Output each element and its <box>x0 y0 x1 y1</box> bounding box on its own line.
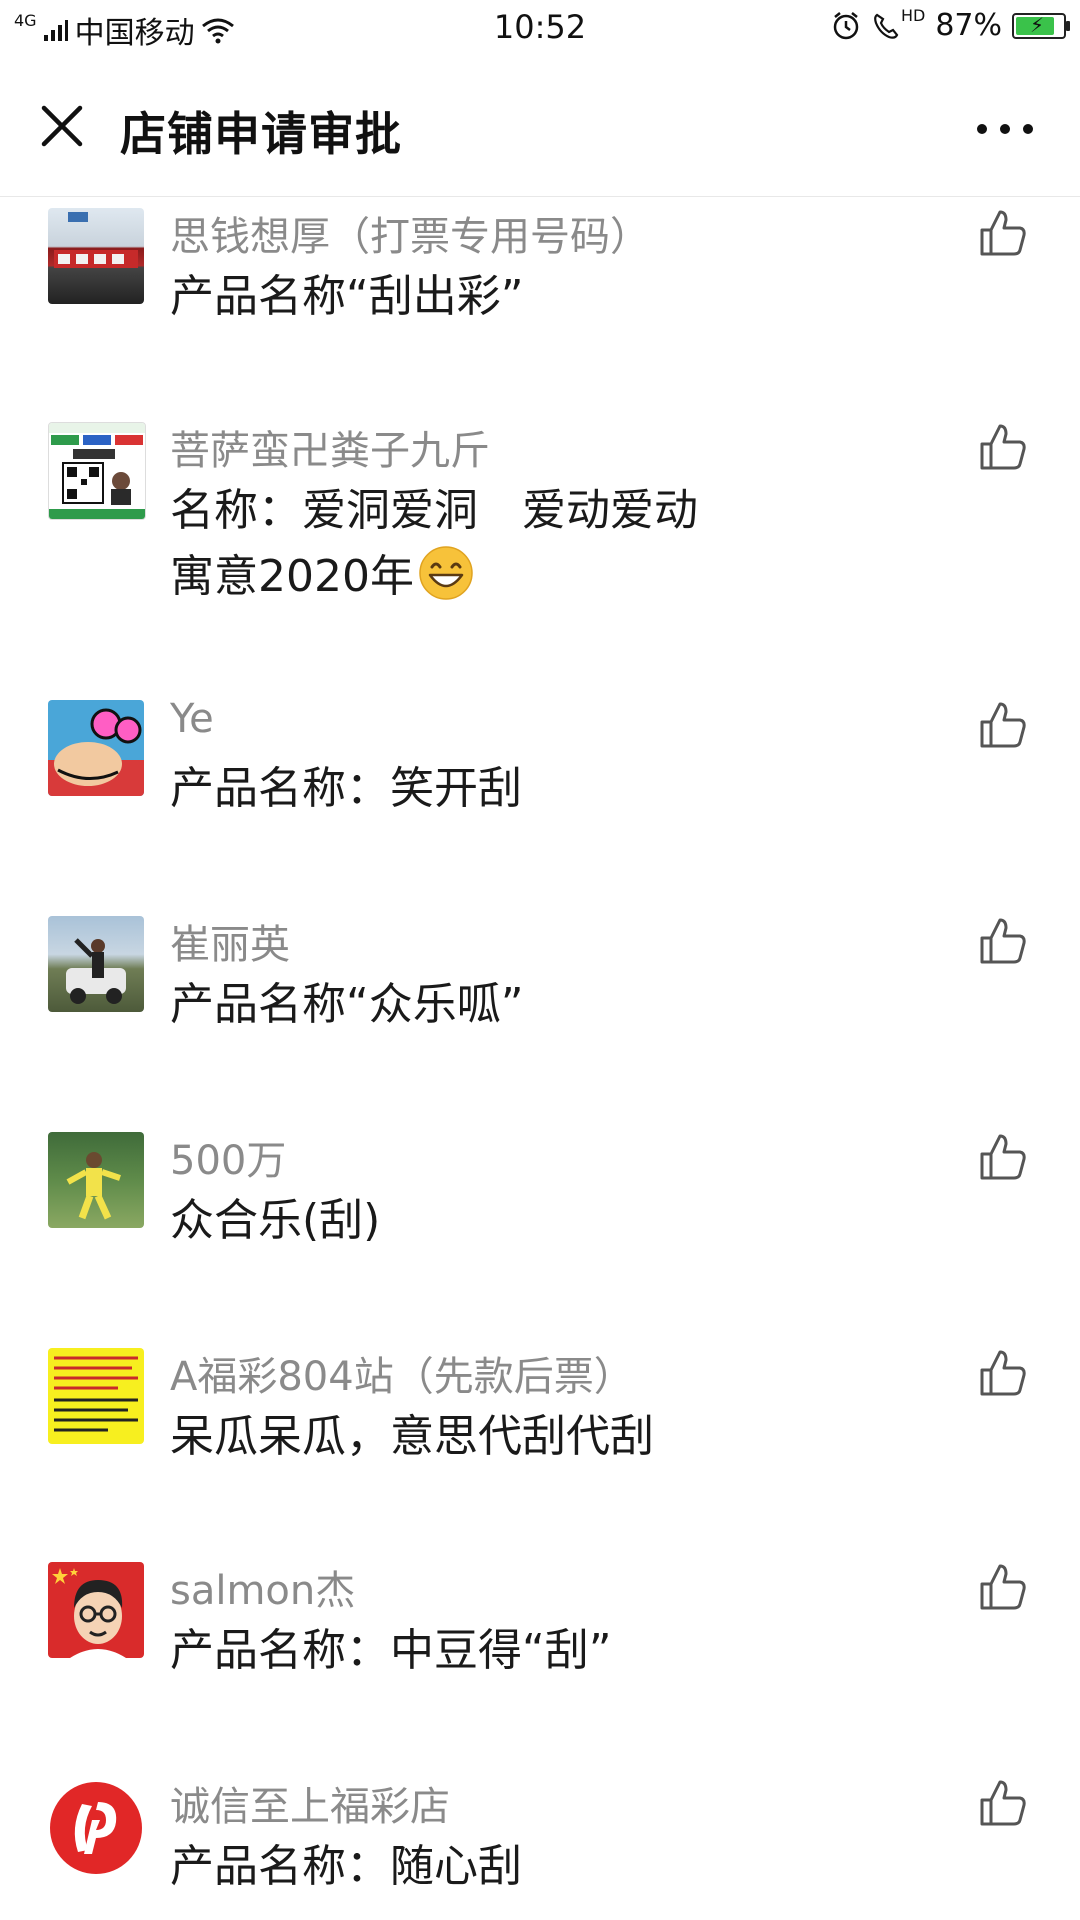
avatar[interactable] <box>48 1348 144 1444</box>
comment-item: salmon杰 产品名称：中豆得“刮” <box>0 1558 1080 1758</box>
comment-author[interactable]: Ye <box>170 696 214 742</box>
close-icon <box>41 105 83 147</box>
comment-author[interactable]: 菩萨蛮卍粪子九斤 <box>170 418 490 476</box>
thumbs-up-icon <box>980 918 1026 964</box>
like-button[interactable] <box>978 208 1028 258</box>
charging-bolt-icon: ⚡ <box>1030 12 1045 37</box>
avatar[interactable] <box>48 422 146 520</box>
comment-text: 呆瓜呆瓜，意思代刮代刮 <box>170 1411 654 1462</box>
close-button[interactable] <box>32 96 92 156</box>
thumbs-up-icon <box>980 1134 1026 1180</box>
avatar[interactable] <box>48 1780 144 1876</box>
thumbs-up-icon <box>980 1350 1026 1396</box>
comment-text: 产品名称：随心刮 <box>170 1841 522 1892</box>
comment-author[interactable]: 诚信至上福彩店 <box>170 1774 450 1832</box>
status-right: HD 87% ⚡ <box>831 6 1070 43</box>
comment-text: 产品名称“刮出彩” <box>170 271 524 322</box>
like-button[interactable] <box>978 422 1028 472</box>
thumbs-up-icon <box>980 1564 1026 1610</box>
battery-icon: ⚡ <box>1012 12 1070 39</box>
comment-text: 产品名称：中豆得“刮” <box>170 1625 612 1676</box>
avatar[interactable] <box>48 916 144 1012</box>
avatar[interactable] <box>48 700 144 796</box>
comment-author[interactable]: A福彩804站（先款后票） <box>170 1344 634 1402</box>
comment-text: 产品名称“众乐呱” <box>170 979 524 1030</box>
comment-author[interactable]: 崔丽英 <box>170 912 290 970</box>
more-button[interactable] <box>970 104 1040 154</box>
hd-label: HD <box>900 6 926 25</box>
avatar[interactable] <box>48 208 144 304</box>
comment-author[interactable]: salmon杰 <box>170 1558 355 1616</box>
comment-text-line: 寓意2020年 <box>170 544 474 610</box>
like-button[interactable] <box>978 1562 1028 1612</box>
thumbs-up-icon <box>980 210 1026 256</box>
comment-item: 诚信至上福彩店 产品名称：随心刮 <box>0 1774 1080 1914</box>
comment-item: 思钱想厚（打票专用号码） 产品名称“刮出彩” <box>0 204 1080 414</box>
more-icon <box>977 124 1033 134</box>
avatar[interactable] <box>48 1562 144 1658</box>
nav-header: 店铺申请审批 <box>0 64 1080 197</box>
like-button[interactable] <box>978 1778 1028 1828</box>
like-button[interactable] <box>978 700 1028 750</box>
comment-text: 产品名称：笑开刮 <box>170 763 522 814</box>
battery-percent: 87% <box>935 8 1002 43</box>
avatar[interactable] <box>48 1132 144 1228</box>
comment-text: 众合乐(刮) <box>170 1195 381 1246</box>
grinning-face-emoji <box>419 546 473 600</box>
hd-call-icon <box>874 13 899 39</box>
status-bar: 4G 中国移动 10:52 HD 87% ⚡ <box>0 0 1080 56</box>
thumbs-up-icon <box>980 424 1026 470</box>
like-button[interactable] <box>978 916 1028 966</box>
page-title: 店铺申请审批 <box>120 107 402 161</box>
comment-item: Ye 产品名称：笑开刮 <box>0 696 1080 896</box>
comment-text-line-2: 寓意2020年 <box>170 551 414 602</box>
thumbs-up-icon <box>980 1780 1026 1826</box>
like-button[interactable] <box>978 1132 1028 1182</box>
comment-author[interactable]: 思钱想厚（打票专用号码） <box>170 204 650 262</box>
comment-item: 500万 众合乐(刮) <box>0 1128 1080 1328</box>
alarm-icon <box>833 11 859 39</box>
comment-item: A福彩804站（先款后票） 呆瓜呆瓜，意思代刮代刮 <box>0 1344 1080 1544</box>
comment-item: 崔丽英 产品名称“众乐呱” <box>0 912 1080 1112</box>
thumbs-up-icon <box>980 702 1026 748</box>
like-button[interactable] <box>978 1348 1028 1398</box>
comment-author[interactable]: 500万 <box>170 1128 286 1186</box>
comment-text: 名称：爱洞爱洞 爱动爱动 <box>170 485 698 536</box>
comment-item: 菩萨蛮卍粪子九斤 名称：爱洞爱洞 爱动爱动 寓意2020年 <box>0 418 1080 678</box>
